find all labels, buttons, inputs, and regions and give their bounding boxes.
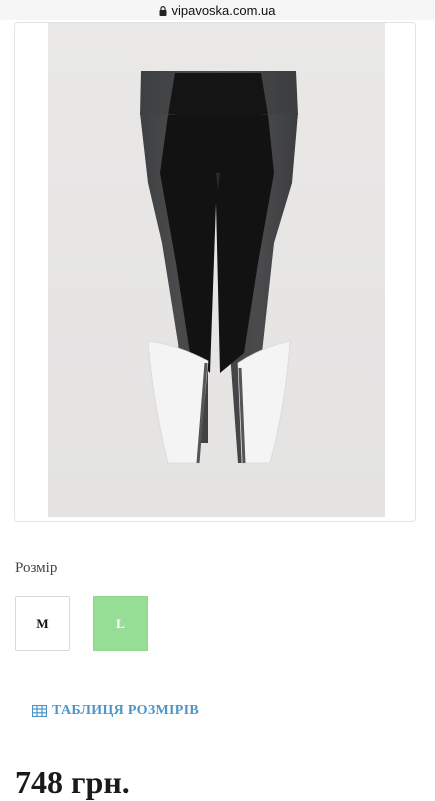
product-price: 748 грн. <box>15 764 130 800</box>
product-photo[interactable] <box>48 23 385 517</box>
size-label: Розмір <box>15 560 58 576</box>
size-table-link[interactable]: ТАБЛИЦЯ РОЗМІРІВ <box>32 703 199 719</box>
size-table-label: ТАБЛИЦЯ РОЗМІРІВ <box>52 703 200 718</box>
browser-url-bar[interactable]: vipavoska.com.ua <box>0 0 435 20</box>
leggings-image <box>140 71 298 464</box>
size-option-m[interactable]: M <box>15 596 70 651</box>
size-option-l[interactable]: L <box>93 596 148 651</box>
product-image-card <box>14 22 416 522</box>
table-icon <box>32 705 47 717</box>
lock-icon <box>159 6 167 16</box>
url-text: vipavoska.com.ua <box>171 2 276 18</box>
